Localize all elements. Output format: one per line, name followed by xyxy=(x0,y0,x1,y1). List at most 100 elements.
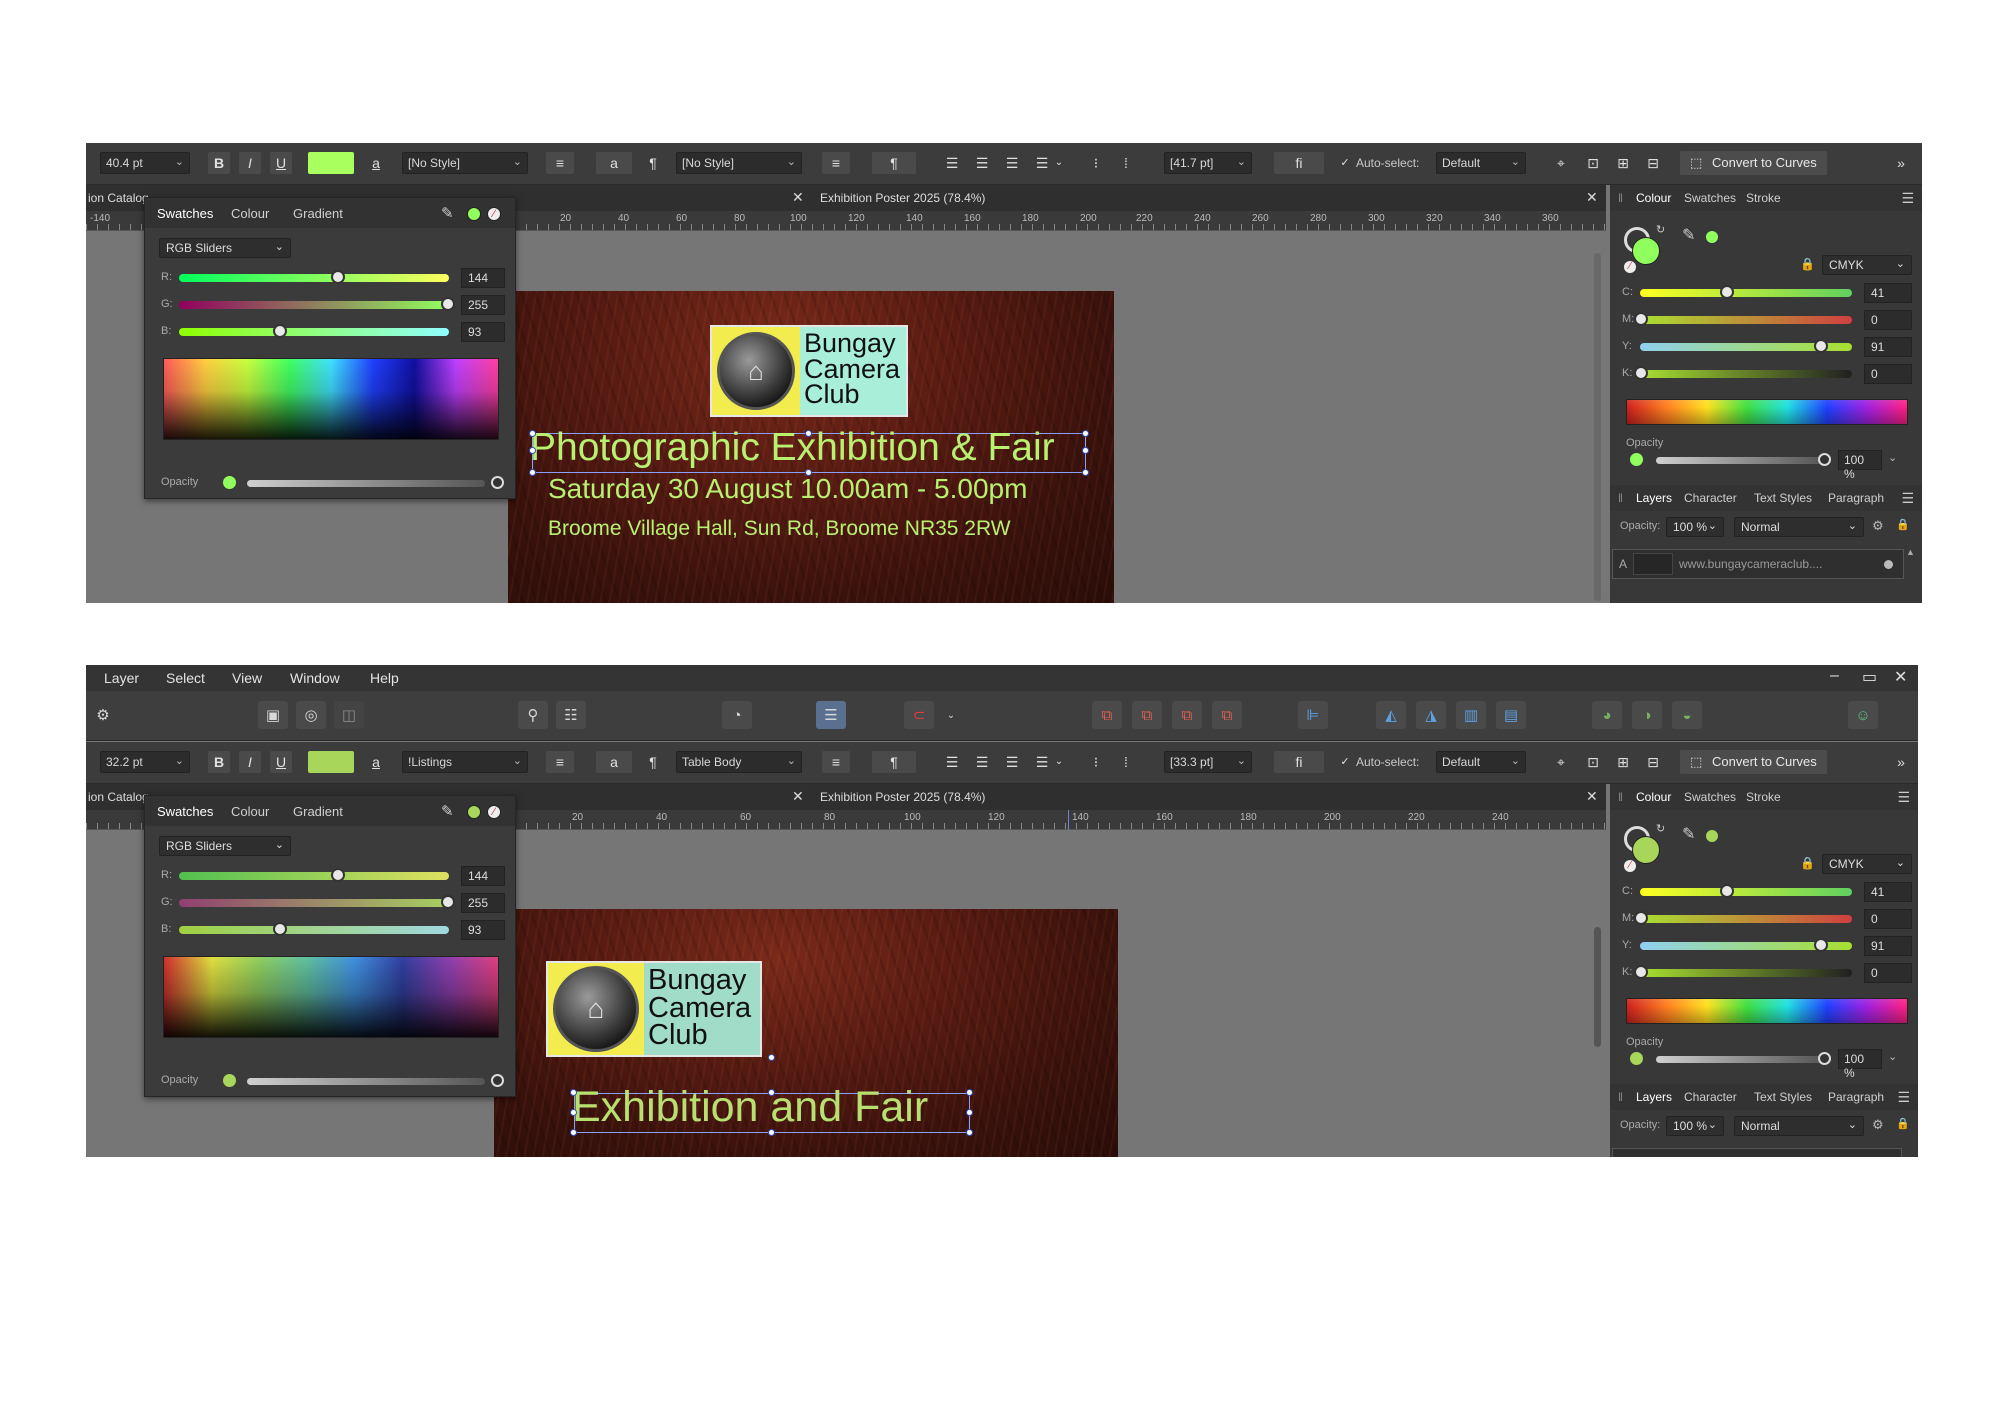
toolbar-overflow-icon[interactable]: » xyxy=(1894,751,1908,773)
export-persona-icon[interactable]: ◫ xyxy=(334,701,364,729)
selection-handle[interactable] xyxy=(966,1089,973,1096)
close-icon[interactable]: ✕ xyxy=(1586,788,1598,805)
slider-knob[interactable] xyxy=(441,895,455,909)
convert-to-curves-button[interactable]: ⬚ Convert to Curves xyxy=(1680,750,1827,774)
selection-handle[interactable] xyxy=(1082,430,1089,437)
pin-icon[interactable]: ⚲ xyxy=(518,701,548,729)
boolean-subtract-icon[interactable]: ◑ xyxy=(1632,701,1662,729)
tab-character[interactable]: Character xyxy=(1684,1090,1737,1104)
fill-colour-icon[interactable] xyxy=(467,805,481,819)
convert-to-curves-button[interactable]: ⬚ Convert to Curves xyxy=(1680,151,1827,175)
yellow-slider[interactable]: Y: 91 xyxy=(1622,337,1914,357)
black-value-field[interactable]: 0 xyxy=(1864,963,1912,983)
selection-handle[interactable] xyxy=(966,1129,973,1136)
align-center-icon[interactable]: ☰ xyxy=(972,152,992,174)
red-slider[interactable]: R: 144 xyxy=(161,268,505,288)
italic-button[interactable]: I xyxy=(239,152,261,174)
blue-slider[interactable]: B: 93 xyxy=(161,322,505,342)
slider-knob[interactable] xyxy=(1814,938,1828,952)
black-slider[interactable]: K: 0 xyxy=(1622,963,1914,983)
paragraph-style-select[interactable]: Table Body ⌄ xyxy=(676,751,802,773)
close-window-icon[interactable]: ✕ xyxy=(1894,667,1907,687)
panel-menu-icon[interactable]: ☰ xyxy=(1897,789,1910,806)
layer-opacity-select[interactable]: 100 % ⌄ xyxy=(1666,1116,1724,1136)
frame-grid-icon[interactable]: ⊟ xyxy=(1642,751,1664,773)
font-size-field[interactable]: 40.4 pt ⌄ xyxy=(100,152,190,174)
slider-knob[interactable] xyxy=(1634,965,1648,979)
char-style-options-icon[interactable]: ≡ xyxy=(546,152,574,174)
opacity-track[interactable] xyxy=(1656,1056,1824,1063)
checkbox-checked-icon[interactable]: ✓ xyxy=(1338,152,1352,174)
selection-handle[interactable] xyxy=(1082,447,1089,454)
paragraph-style-select[interactable]: [No Style] ⌄ xyxy=(676,152,802,174)
bold-button[interactable]: B xyxy=(208,152,230,174)
underline-button[interactable]: U xyxy=(270,751,292,773)
bullet-list-icon[interactable]: ⁝ xyxy=(1086,751,1106,773)
slider-knob[interactable] xyxy=(1634,911,1648,925)
close-icon[interactable]: ✕ xyxy=(1586,189,1598,206)
selection-handle[interactable] xyxy=(966,1109,973,1116)
snapping-icon[interactable]: ⊂ xyxy=(904,701,934,729)
slider-knob[interactable] xyxy=(1634,366,1648,380)
selection-handle[interactable] xyxy=(805,430,812,437)
club-logo[interactable]: ⌂ Bungay Camera Club xyxy=(546,961,762,1057)
blue-value-field[interactable]: 93 xyxy=(461,322,505,342)
flip-vertical-icon[interactable]: ◮ xyxy=(1416,701,1446,729)
character-style-select[interactable]: !Listings ⌄ xyxy=(402,751,528,773)
tab-gradient[interactable]: Gradient xyxy=(293,804,343,819)
paragraph-button[interactable]: ¶ xyxy=(872,152,916,174)
para-style-options-icon[interactable]: ≡ xyxy=(822,751,850,773)
eyedropper-icon[interactable]: ✎ xyxy=(1682,824,1695,844)
red-slider[interactable]: R: 144 xyxy=(161,866,505,886)
no-fill-icon[interactable]: ⁄ xyxy=(487,805,501,819)
cyan-value-field[interactable]: 41 xyxy=(1864,283,1912,303)
lock-icon[interactable]: 🔒 xyxy=(1896,518,1910,531)
pixel-persona-icon[interactable]: ▣ xyxy=(258,701,288,729)
paragraph-button[interactable]: ¶ xyxy=(872,751,916,773)
toolbar-overflow-icon[interactable]: » xyxy=(1894,152,1908,174)
flip-horizontal-icon[interactable]: ◭ xyxy=(1376,701,1406,729)
text-case-button[interactable]: a xyxy=(596,152,632,174)
chevron-down-icon[interactable]: ⌄ xyxy=(1888,1050,1897,1063)
slider-knob[interactable] xyxy=(273,324,287,338)
poster-headline[interactable]: Photographic Exhibition & Fair xyxy=(530,426,1055,470)
cyan-value-field[interactable]: 41 xyxy=(1864,882,1912,902)
frame-grid-icon[interactable]: ⊟ xyxy=(1642,152,1664,174)
slider-knob[interactable] xyxy=(491,476,504,489)
text-frame-icon[interactable]: ☷ xyxy=(556,701,586,729)
no-colour-icon[interactable]: ⁄ xyxy=(1624,261,1636,273)
blue-value-field[interactable]: 93 xyxy=(461,920,505,940)
selection-handle[interactable] xyxy=(570,1129,577,1136)
lock-icon[interactable]: 🔒 xyxy=(1800,257,1815,271)
opacity-slider[interactable]: Opacity xyxy=(161,472,505,492)
font-size-field[interactable]: 32.2 pt ⌄ xyxy=(100,751,190,773)
selection-handle[interactable] xyxy=(768,1129,775,1136)
arrange-backward-icon[interactable]: ⧉ xyxy=(1132,701,1162,729)
underline-button[interactable]: U xyxy=(270,152,292,174)
colour-model-select[interactable]: CMYK ⌄ xyxy=(1822,854,1912,874)
selection-handle[interactable] xyxy=(529,469,536,476)
colour-spectrum[interactable] xyxy=(163,956,499,1038)
justify-icon[interactable]: ☰ xyxy=(1032,152,1052,174)
tab-catalog[interactable]: ion Catalog xyxy=(88,790,149,804)
checkbox-checked-icon[interactable]: ✓ xyxy=(1338,751,1352,773)
ligatures-button[interactable]: fi xyxy=(1274,152,1324,174)
opacity-slider[interactable]: Opacity xyxy=(161,1070,505,1090)
align-right-icon[interactable]: ☰ xyxy=(1002,751,1022,773)
slider-knob[interactable] xyxy=(331,270,345,284)
cyan-slider[interactable]: C: 41 xyxy=(1622,882,1914,902)
selection-handle[interactable] xyxy=(768,1054,775,1061)
black-slider[interactable]: K: 0 xyxy=(1622,364,1914,384)
tab-exhibition-poster[interactable]: Exhibition Poster 2025 (78.4%) xyxy=(820,790,985,804)
poster-headline[interactable]: Exhibition and Fair xyxy=(572,1083,928,1132)
bold-button[interactable]: B xyxy=(208,751,230,773)
colour-spectrum[interactable] xyxy=(163,358,499,440)
blend-mode-select[interactable]: Normal ⌄ xyxy=(1734,517,1864,537)
fill-colour-icon[interactable] xyxy=(467,207,481,221)
text-fill-swatch[interactable] xyxy=(308,152,354,174)
align-center-icon[interactable]: ☰ xyxy=(972,751,992,773)
leading-field[interactable]: [33.3 pt] ⌄ xyxy=(1164,751,1252,773)
slider-knob[interactable] xyxy=(331,868,345,882)
rotate-right-icon[interactable]: ▤ xyxy=(1496,701,1526,729)
colour-mode-select[interactable]: RGB Sliders ⌄ xyxy=(159,238,291,258)
